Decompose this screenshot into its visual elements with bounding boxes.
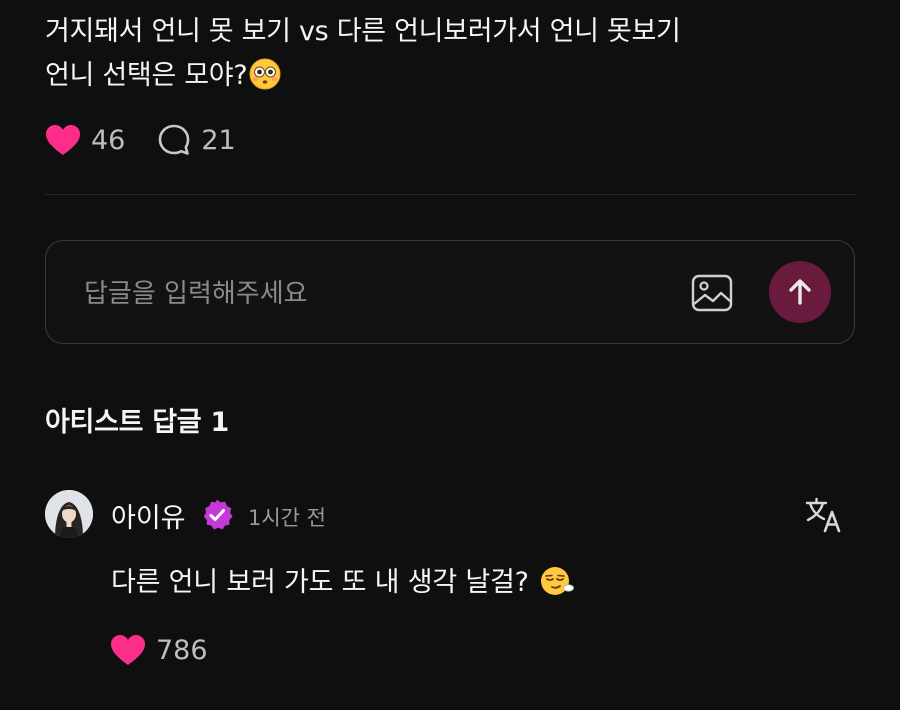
reply-count-button[interactable]: 21 [157,123,236,157]
flushed-face-emoji-icon [249,58,281,104]
attach-image-button[interactable] [690,271,734,315]
comment-text: 다른 언니 보러 가도 또 내 생각 날걸? [111,567,529,598]
comment-like-count: 786 [156,634,208,666]
post-line-2: 언니 선택은 모야? [45,60,248,91]
comment-like-button[interactable]: 786 [110,630,208,670]
reply-box [45,240,855,344]
translate-icon [805,497,841,533]
post-stats: 46 21 [45,120,236,160]
image-icon [691,274,733,312]
reply-input[interactable] [82,271,666,317]
avatar[interactable] [45,490,93,538]
send-button[interactable] [769,261,831,323]
heart-icon [111,635,145,665]
comment-body: 다른 언니 보러 가도 또 내 생각 날걸? [111,560,575,604]
divider [45,194,857,195]
arrow-up-icon [789,279,811,305]
comment-author[interactable]: 아이유 [111,496,186,535]
heart-icon [46,125,80,155]
translate-button[interactable] [803,494,845,536]
post-line-1: 거지돼서 언니 못 보기 vs 다른 언니보러가서 언니 못보기 [45,16,681,47]
like-count: 46 [91,124,126,156]
like-button[interactable]: 46 [45,124,125,156]
comment-header: 아이유 1시간 전 [45,490,855,540]
verified-badge-icon [200,498,234,532]
post-line-2-row: 언니 선택은 모야? [45,54,865,104]
artist-replies-title: 아티스트 답글 1 [45,407,229,438]
post-text: 거지돼서 언니 못 보기 vs 다른 언니보러가서 언니 못보기 언니 선택은 … [45,10,865,104]
smirking-face-emoji-icon [539,565,575,604]
comment-timestamp: 1시간 전 [248,506,326,530]
comment-bubble-icon [159,124,190,155]
reply-count: 21 [201,124,236,156]
